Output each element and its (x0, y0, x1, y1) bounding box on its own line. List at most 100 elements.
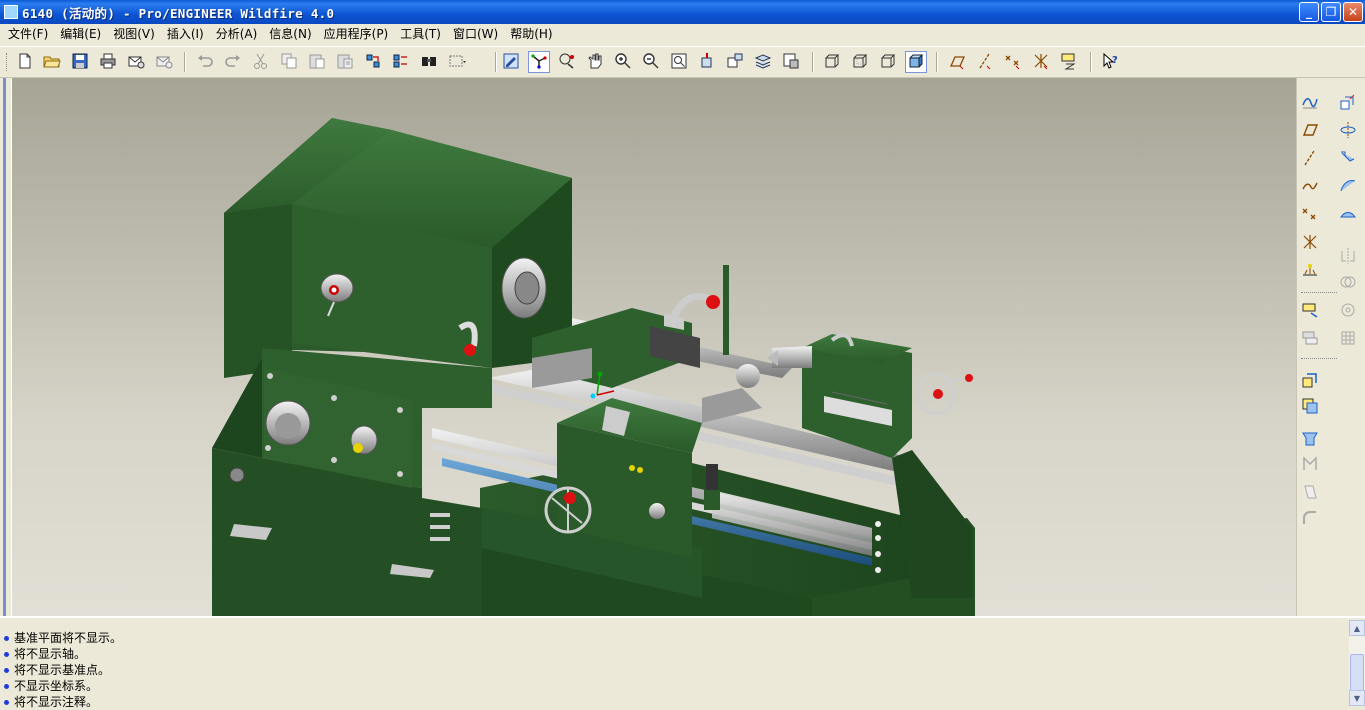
rightbar-separator (1301, 358, 1337, 360)
datum-plane-button[interactable] (1299, 120, 1321, 142)
datum-csys-button[interactable] (1299, 232, 1321, 254)
save-button[interactable] (69, 51, 91, 73)
swept-blend-button[interactable] (1337, 176, 1359, 198)
menu-edit[interactable]: 编辑(E) (54, 24, 107, 45)
sketch-button[interactable] (1299, 92, 1321, 114)
no-hidden-button[interactable] (877, 51, 899, 73)
menu-info[interactable]: 信息(N) (263, 24, 317, 45)
boundary-blend-button[interactable] (1337, 204, 1359, 226)
send-mail-attachment-button[interactable] (153, 51, 175, 73)
shading-button[interactable] (905, 51, 927, 73)
redo-button[interactable] (222, 51, 244, 73)
new-button[interactable] (14, 51, 36, 73)
merge-icon (1339, 273, 1357, 294)
menu-tools[interactable]: 工具(T) (394, 24, 447, 45)
analysis-feature-button[interactable] (1299, 260, 1321, 282)
solidify-button[interactable] (1299, 370, 1321, 392)
regenerate-button[interactable] (362, 51, 384, 73)
datum-axes-button[interactable] (974, 51, 996, 73)
trim-button[interactable] (1299, 300, 1321, 322)
coordinate-systems-button[interactable] (1030, 51, 1052, 73)
menu-insert[interactable]: 插入(I) (161, 24, 210, 45)
analysis-feature-icon (1301, 261, 1319, 282)
revolve-icon (1339, 121, 1357, 142)
menu-applications[interactable]: 应用程序(P) (318, 24, 395, 45)
scroll-up-button[interactable]: ▲ (1349, 620, 1365, 636)
orient-mode-button[interactable] (556, 51, 578, 73)
paste-special-button[interactable] (334, 51, 356, 73)
scroll-thumb[interactable] (1350, 654, 1364, 694)
menu-bar: 文件(F) 编辑(E) 视图(V) 插入(I) 分析(A) 信息(N) 应用程序… (0, 24, 1365, 45)
send-mail-button[interactable] (125, 51, 147, 73)
repaint-button[interactable] (500, 51, 522, 73)
sweep-button[interactable] (1337, 148, 1359, 170)
paste-icon (308, 52, 326, 73)
round-button[interactable] (1299, 508, 1321, 530)
datum-curve-button[interactable] (1299, 176, 1321, 198)
hole-button[interactable] (1299, 396, 1321, 418)
datum-points-button[interactable] (1002, 51, 1024, 73)
menu-file[interactable]: 文件(F) (2, 24, 54, 45)
message-line: 将不显示轴。 (4, 646, 86, 662)
extrude-button[interactable] (1337, 92, 1359, 114)
print-button[interactable] (97, 51, 119, 73)
lathe-3d-model[interactable] (12, 78, 1296, 616)
rib-button[interactable] (1299, 454, 1321, 476)
menu-view[interactable]: 视图(V) (107, 24, 161, 45)
close-button[interactable]: ✕ (1343, 2, 1363, 22)
menu-analysis[interactable]: 分析(A) (210, 24, 264, 45)
merge-button[interactable] (1337, 272, 1359, 294)
open-button[interactable] (41, 51, 63, 73)
pattern-button[interactable] (1337, 300, 1359, 322)
revolve-button[interactable] (1337, 120, 1359, 142)
datum-planes-button[interactable] (946, 51, 968, 73)
toolbar-separator (936, 52, 938, 72)
scroll-down-button[interactable]: ▼ (1349, 690, 1365, 706)
message-line: 不显示坐标系。 (4, 678, 98, 694)
undo-button[interactable] (194, 51, 216, 73)
window-title: 6140 (活动的) - Pro/ENGINEER Wildfire 4.0 (22, 5, 335, 21)
datum-axis-button[interactable] (1299, 148, 1321, 170)
navigator-sash[interactable] (3, 78, 6, 616)
message-scrollbar[interactable]: ▲ ▼ (1349, 620, 1365, 706)
hidden-line-button[interactable] (849, 51, 871, 73)
navigator-strip[interactable] (0, 78, 12, 616)
layers-button[interactable] (752, 51, 774, 73)
draft-button[interactable] (1299, 482, 1321, 504)
paste-button[interactable] (306, 51, 328, 73)
wireframe-button[interactable] (821, 51, 843, 73)
zoom-out-button[interactable] (640, 51, 662, 73)
bullet-icon (4, 700, 9, 705)
regeneration-manager-button[interactable] (390, 51, 412, 73)
zoom-in-button[interactable] (612, 51, 634, 73)
graphics-window[interactable] (12, 78, 1296, 616)
shell-button[interactable] (1299, 428, 1321, 450)
menu-help[interactable]: 帮助(H) (504, 24, 558, 45)
refit-button[interactable] (668, 51, 690, 73)
context-help-button[interactable]: ? (1099, 51, 1121, 73)
saved-views-button[interactable] (724, 51, 746, 73)
find-button[interactable] (418, 51, 440, 73)
restore-button[interactable]: ❐ (1321, 2, 1341, 22)
copy-button[interactable] (278, 51, 300, 73)
toolbar-grip[interactable] (6, 53, 9, 71)
regeneration-manager-icon (392, 52, 410, 73)
spin-center-button[interactable] (528, 51, 550, 73)
thicken-button[interactable] (1337, 328, 1359, 350)
view-manager-button[interactable] (780, 51, 802, 73)
pan-button[interactable] (584, 51, 606, 73)
title-bar[interactable]: 6140 (活动的) - Pro/ENGINEER Wildfire 4.0 _… (0, 0, 1365, 24)
mirror-button[interactable] (1337, 246, 1359, 268)
bullet-icon (4, 652, 9, 657)
reorient-button[interactable] (696, 51, 718, 73)
annotations-button[interactable] (1058, 51, 1080, 73)
select-box-button[interactable] (446, 51, 468, 73)
menu-window[interactable]: 窗口(W) (447, 24, 504, 45)
offset-button[interactable] (1299, 328, 1321, 350)
datum-axis-icon (1301, 149, 1319, 170)
rightbar-separator (1301, 292, 1337, 294)
feature-toolbar (1296, 78, 1365, 616)
cut-button[interactable] (250, 51, 272, 73)
datum-point-button[interactable] (1299, 204, 1321, 226)
minimize-button[interactable]: _ (1299, 2, 1319, 22)
